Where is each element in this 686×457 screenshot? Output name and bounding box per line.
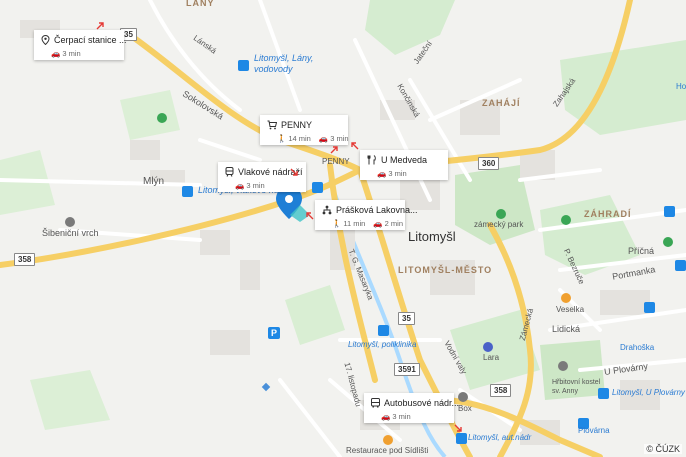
bus-stop-icon[interactable] (312, 182, 323, 193)
bus-stop-icon[interactable] (182, 186, 193, 197)
poi-label: Plovárna (578, 426, 610, 435)
travel-time: 3 min (330, 134, 349, 143)
poi-name: Čerpací stanice ... (54, 35, 127, 45)
poi-label: Lara (483, 353, 500, 362)
direction-arrow-icon (96, 22, 104, 30)
map-canvas[interactable]: P 35 360 358 35 3591 358 LANY Litomyšl, … (0, 0, 686, 457)
car-icon: 🚗 (235, 181, 245, 190)
bus-stop-icon[interactable] (238, 60, 249, 71)
poi-label: Hřbitovní kostel sv. Anny (552, 379, 601, 395)
district-label: LANY (186, 0, 215, 8)
poi-card-penny[interactable]: PENNY 🚶 14 min 🚗 3 min (260, 115, 349, 145)
direction-arrow-icon (290, 168, 298, 176)
car-icon: 🚗 (373, 219, 383, 228)
bus-stop-icon[interactable] (456, 433, 467, 444)
street-label: Lidická (552, 324, 581, 334)
poi-label: Restaurace pod Sídlišti (346, 446, 429, 455)
bus-stop-icon[interactable] (675, 260, 686, 271)
travel-time: 11 min (343, 219, 366, 228)
travel-time: 2 min (384, 219, 403, 228)
travel-time: 3 min (62, 49, 81, 58)
walk-icon: 🚶 (277, 134, 287, 143)
car-icon: 🚗 (51, 49, 61, 58)
road-number-shield: 35 (398, 312, 415, 325)
road-number-shield: 360 (478, 157, 500, 170)
place-label: Drahoška (620, 343, 655, 352)
travel-time: 3 min (246, 181, 265, 190)
travel-time: 14 min (288, 134, 311, 143)
town-label: Litomyšl (408, 229, 456, 244)
district-label: LITOMYŠL-MĚSTO (398, 265, 493, 275)
poi-label: Box (458, 404, 472, 413)
copyright-notice: © ČÚZK (644, 444, 682, 454)
poi-label: Hot (676, 82, 686, 91)
district-label: ZAHÁJÍ (482, 98, 521, 108)
network-icon (322, 205, 332, 215)
car-icon: 🚗 (318, 134, 329, 143)
direction-arrow-icon (454, 424, 462, 432)
travel-time: 3 min (392, 412, 411, 421)
car-icon: 🚗 (377, 169, 387, 178)
road-number-shield: 358 (14, 253, 36, 266)
transit-stop-label: Litomyšl, U Plovárny (612, 388, 685, 397)
direction-arrow-icon (306, 212, 314, 220)
direction-arrow-icon (330, 146, 338, 154)
park-label: zámecký park (474, 220, 524, 229)
transit-stop-label: Litomyšl, poliklinika (348, 340, 417, 349)
parking-icon[interactable]: P (268, 327, 280, 339)
direction-arrow-icon (351, 142, 359, 150)
district-label: ZÁHRADÍ (584, 209, 632, 219)
bus-icon (371, 398, 380, 408)
poi-card-u-medveda[interactable]: U Medveda 🚗 3 min (360, 150, 448, 180)
place-label: Mlýn (143, 176, 165, 187)
walk-icon: 🚶 (332, 219, 342, 228)
poi-label: Veselka (556, 305, 585, 314)
transit-stop-label: Litomyšl, aut.nádr (468, 433, 532, 442)
bus-stop-icon[interactable] (378, 325, 389, 336)
poi-label: PENNY (322, 157, 350, 166)
fork-knife-icon (367, 155, 377, 165)
pin-icon (41, 35, 50, 45)
bus-stop-icon[interactable] (644, 302, 655, 313)
poi-card-bus-station[interactable]: Autobusové nádr... 🚗 3 min (364, 393, 459, 423)
poi-card-fuel-station[interactable]: Čerpací stanice ... 🚗 3 min (34, 30, 127, 60)
bus-stop-icon[interactable] (664, 206, 675, 217)
transit-stop-label: Litomyšl, Lány, vodovody (254, 53, 314, 74)
poi-card-praskova-lakovna[interactable]: Prášková Lakovna... 🚶 11 min 🚗 2 min (315, 200, 418, 230)
travel-time: 3 min (388, 169, 407, 178)
train-icon (225, 167, 234, 177)
street-label: Příčná (628, 246, 655, 256)
poi-name: Autobusové nádr... (384, 398, 460, 408)
poi-name: U Medveda (381, 155, 428, 165)
poi-name: PENNY (281, 120, 313, 130)
road-number-shield: 358 (490, 384, 512, 397)
place-label: Šibeniční vrch (42, 228, 99, 238)
road-number-shield: 3591 (394, 363, 420, 376)
cart-icon (267, 120, 277, 130)
car-icon: 🚗 (381, 412, 391, 421)
poi-name: Prášková Lakovna... (336, 205, 418, 215)
poi-card-train-station[interactable]: Vlakové nádraží 🚗 3 min (218, 162, 306, 192)
